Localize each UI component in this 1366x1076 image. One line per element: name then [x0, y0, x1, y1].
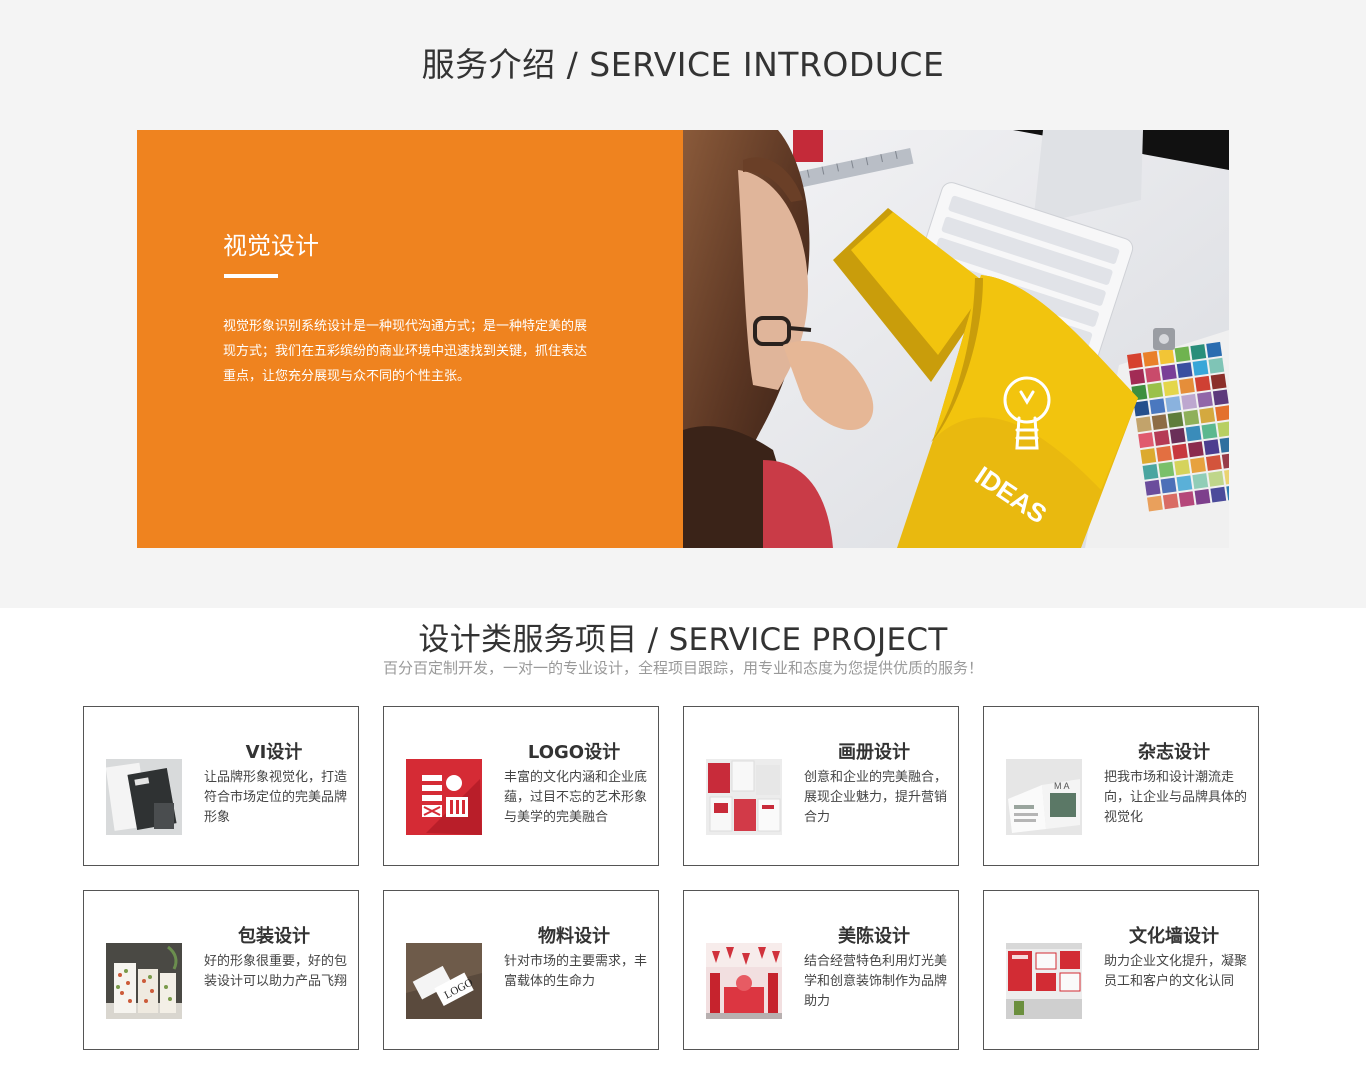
packaging-design-thumbnail [106, 943, 182, 1019]
service-description: 把我市场和设计潮流走向，让企业与品牌具体的视觉化 [1104, 770, 1248, 825]
intro-text-panel: 视觉设计 视觉形象识别系统设计是一种现代沟通方式；是一种特定美的展现方式；我们在… [137, 130, 683, 548]
service-card-vi[interactable]: VI设计 让品牌形象视觉化，打造符合市场定位的完美品牌形象 [83, 706, 359, 866]
service-project-title: 设计类服务项目 / SERVICE PROJECT [418, 622, 948, 658]
service-title: 包装设计 [238, 926, 310, 947]
service-card-material[interactable]: LOGO 物料设计 针对市场的主要需求，丰富载体的生命力 [383, 890, 659, 1050]
logo-design-thumbnail [406, 759, 482, 835]
service-title: 杂志设计 [1138, 742, 1210, 763]
magazine-design-thumbnail: M A [1006, 759, 1082, 835]
service-title: 物料设计 [538, 926, 610, 947]
service-introduce-section: 服务介绍 / SERVICE INTRODUCE 视觉设计 视觉形象识别系统设计… [0, 0, 1366, 608]
display-design-thumbnail [706, 943, 782, 1019]
service-project-subtitle: 百分百定制开发，一对一的专业设计，全程项目跟踪，用专业和态度为您提供优质的服务！ [382, 659, 983, 677]
service-title: 文化墙设计 [1129, 926, 1219, 947]
service-description: 结合经营特色利用灯光美学和创意装饰制作为品牌助力 [804, 954, 948, 1009]
service-card-logo[interactable]: LOGO设计 丰富的文化内涵和企业底蕴，过目不忘的艺术形象与美学的完美融合 [383, 706, 659, 866]
service-card-brochure[interactable]: 画册设计 创意和企业的完美融合，展现企业魅力，提升营销合力 [683, 706, 959, 866]
service-description: 让品牌形象视觉化，打造符合市场定位的完美品牌形象 [204, 770, 348, 825]
culture-wall-design-thumbnail [1006, 943, 1082, 1019]
service-card-display[interactable]: 美陈设计 结合经营特色利用灯光美学和创意装饰制作为品牌助力 [683, 890, 959, 1050]
heading-underline [224, 274, 278, 278]
service-title: 画册设计 [838, 742, 910, 763]
intro-description: 视觉形象识别系统设计是一种现代沟通方式；是一种特定美的展现方式；我们在五彩缤纷的… [223, 319, 588, 384]
service-description: 好的形象很重要，好的包装设计可以助力产品飞翔 [204, 954, 348, 989]
material-design-thumbnail: LOGO [406, 943, 482, 1019]
service-description: 针对市场的主要需求，丰富载体的生命力 [504, 954, 648, 989]
service-description: 丰富的文化内涵和企业底蕴，过目不忘的艺术形象与美学的完美融合 [504, 770, 648, 825]
service-card-packaging[interactable]: 包装设计 好的形象很重要，好的包装设计可以助力产品飞翔 [83, 890, 359, 1050]
visual-design-intro-card: 视觉设计 视觉形象识别系统设计是一种现代沟通方式；是一种特定美的展现方式；我们在… [137, 130, 1229, 548]
service-card-culture-wall[interactable]: 文化墙设计 助力企业文化提升，凝聚员工和客户的文化认同 [983, 890, 1259, 1050]
service-description: 助力企业文化提升，凝聚员工和客户的文化认同 [1104, 954, 1248, 989]
service-title: 美陈设计 [838, 926, 910, 947]
service-title: LOGO设计 [527, 742, 621, 763]
svg-text:M A: M A [1054, 781, 1070, 791]
vi-design-thumbnail [106, 759, 182, 835]
designer-desk-illustration: IDEAS [683, 130, 1229, 548]
designer-desk-photo: IDEAS [683, 130, 1229, 548]
brochure-design-thumbnail [706, 759, 782, 835]
service-description: 创意和企业的完美融合，展现企业魅力，提升营销合力 [804, 770, 948, 825]
service-introduce-title: 服务介绍 / SERVICE INTRODUCE [421, 45, 945, 84]
service-card-magazine[interactable]: M A 杂志设计 把我市场和设计潮流走向，让企业与品牌具体的视觉化 [983, 706, 1259, 866]
intro-heading: 视觉设计 [223, 232, 319, 260]
service-title: VI设计 [245, 742, 303, 763]
